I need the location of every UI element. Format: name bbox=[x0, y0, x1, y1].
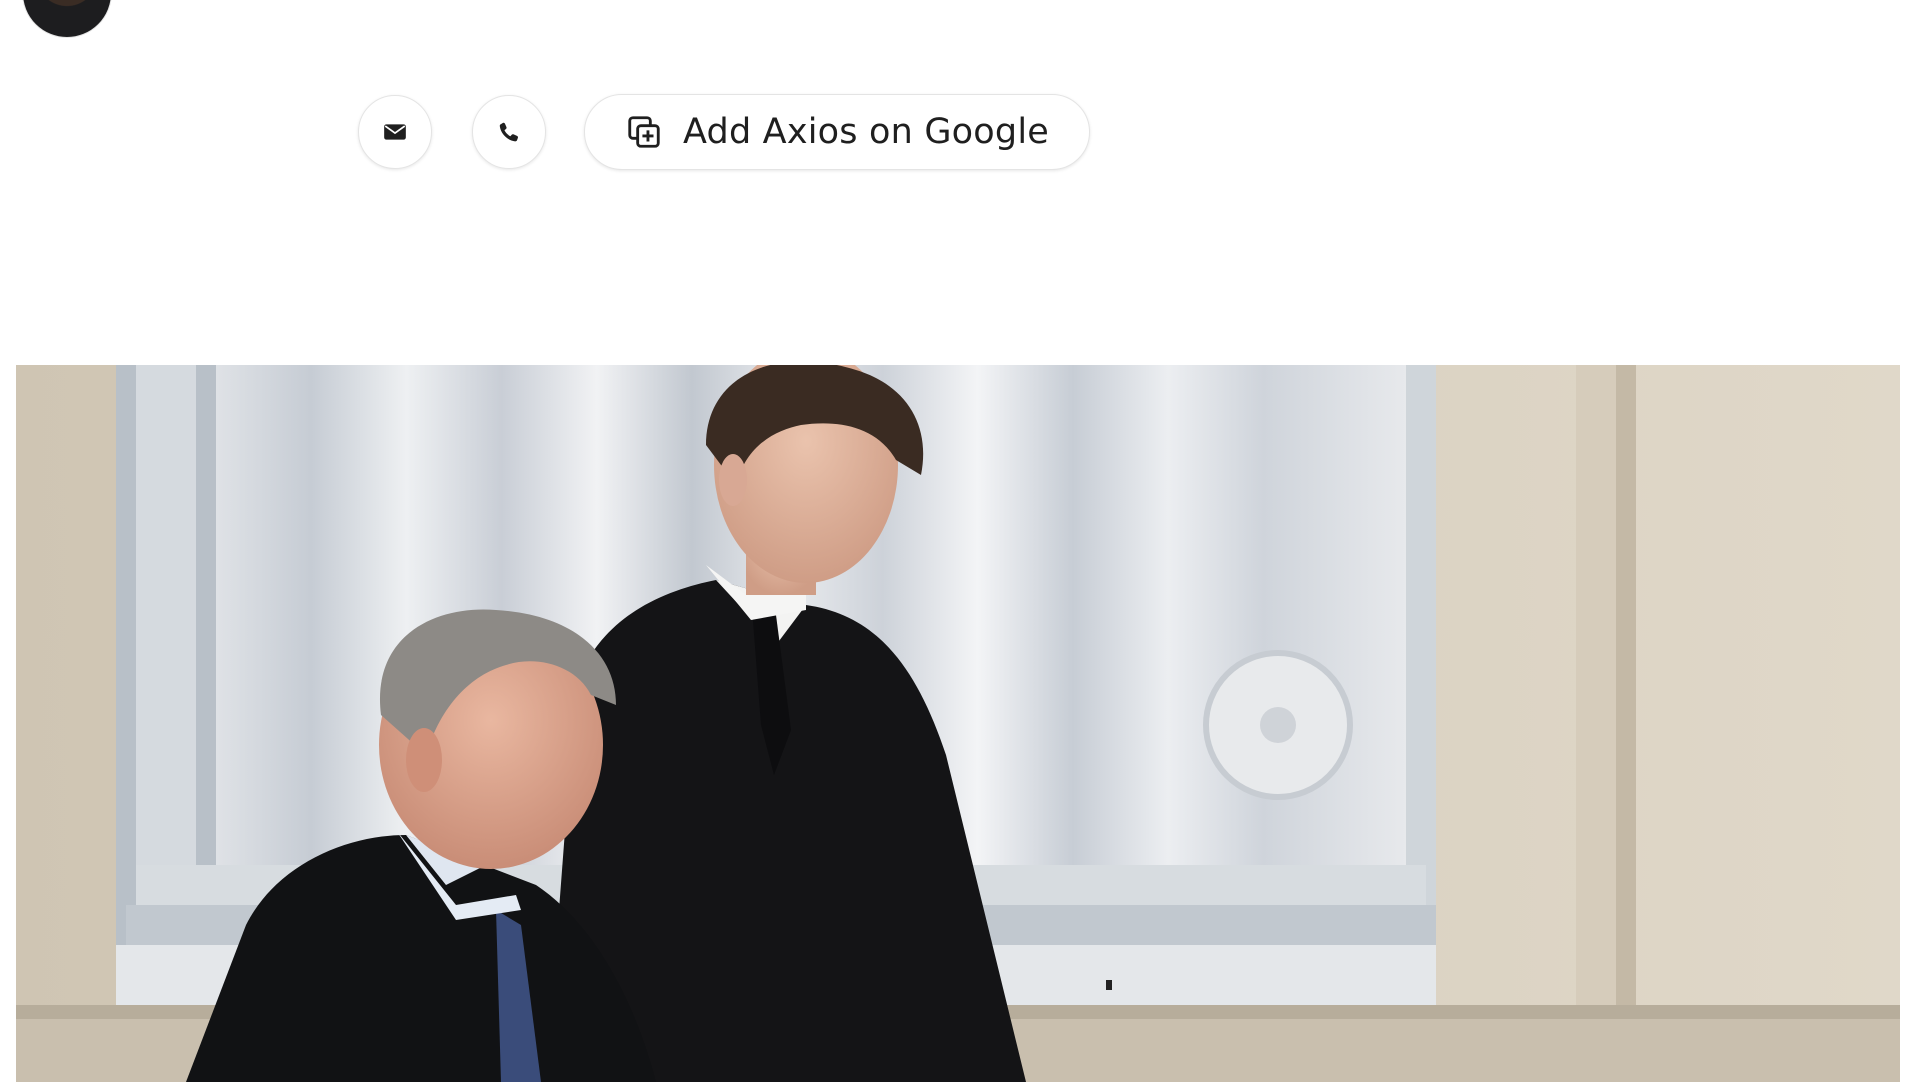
add-axios-on-google-button[interactable]: Add Axios on Google bbox=[584, 94, 1090, 170]
article-page: Add Axios on Google bbox=[0, 0, 1920, 1082]
mail-icon bbox=[384, 124, 406, 140]
phone-icon bbox=[499, 122, 518, 142]
hero-photo bbox=[16, 365, 1900, 1082]
author-avatar[interactable] bbox=[22, 0, 112, 38]
phone-button[interactable] bbox=[472, 95, 546, 169]
add-axios-on-google-label: Add Axios on Google bbox=[683, 112, 1049, 152]
add-source-icon bbox=[625, 113, 663, 151]
share-actions: Add Axios on Google bbox=[358, 94, 1090, 170]
email-button[interactable] bbox=[358, 95, 432, 169]
